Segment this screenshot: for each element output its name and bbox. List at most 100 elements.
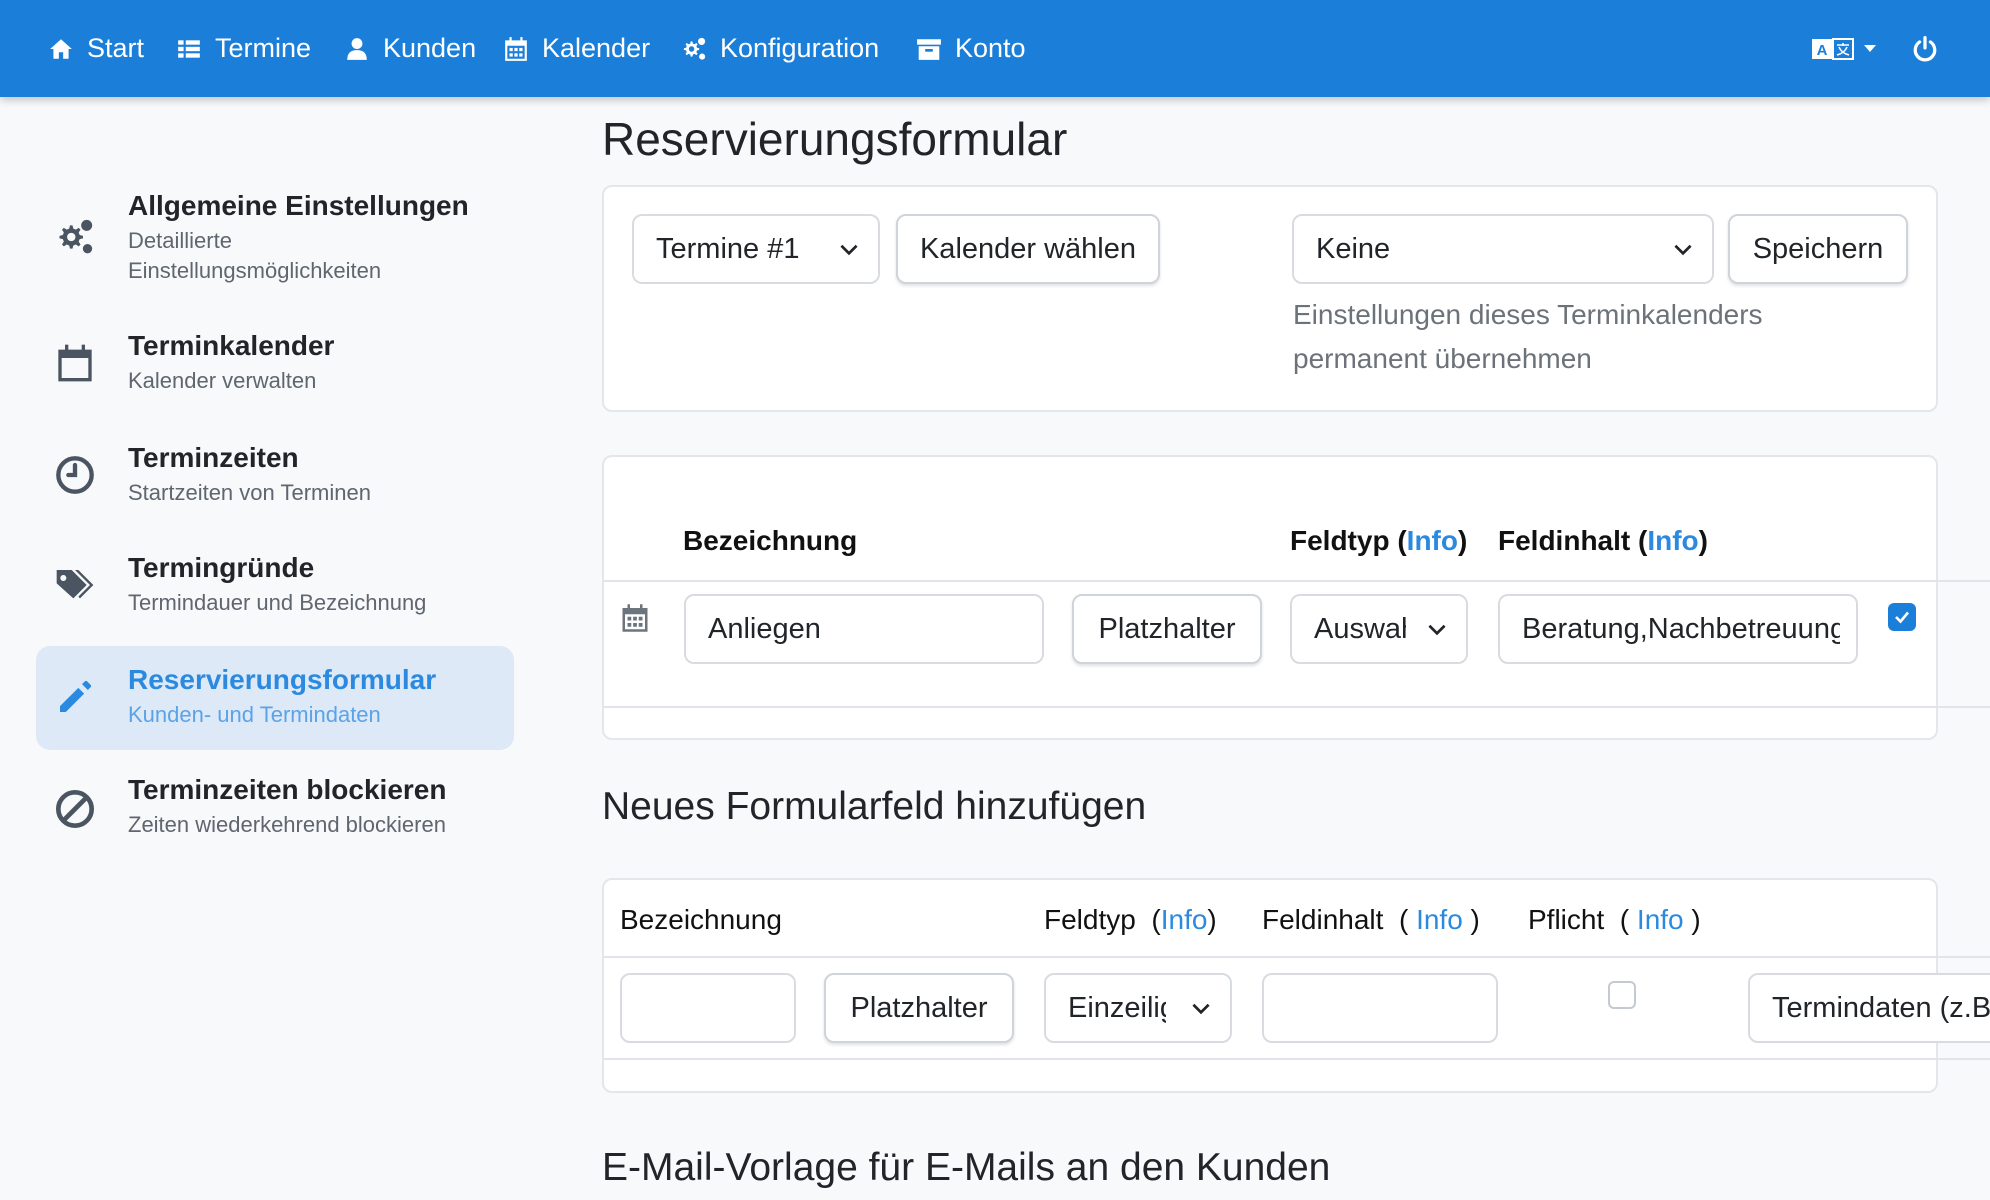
- sidebar-item-allgemeine-einstellungen[interactable]: Allgemeine Einstellungen Detaillierte Ei…: [36, 176, 514, 306]
- power-icon: [1912, 35, 1938, 62]
- table-divider: [604, 956, 1990, 958]
- new-feldinhalt-input[interactable]: [1262, 973, 1498, 1043]
- tags-icon: [54, 564, 96, 606]
- feldinhalt-label: Feldinhalt: [1498, 525, 1631, 556]
- nav-kunden-label: Kunden: [383, 33, 477, 63]
- save-hint-text: Einstellungen dieses Terminkalenders per…: [1293, 299, 1763, 374]
- platzhalter-button[interactable]: Platzhalter: [1072, 594, 1262, 664]
- chevron-down-icon: [836, 236, 862, 262]
- nav-start[interactable]: Start: [46, 0, 144, 97]
- save-button[interactable]: Speichern: [1728, 214, 1908, 284]
- archive-icon: [914, 34, 944, 64]
- column-header-feldinhalt: Feldinhalt (Info): [1498, 525, 1708, 556]
- sidebar-item-terminzeiten[interactable]: Terminzeiten Startzeiten von Terminen: [36, 434, 514, 534]
- feldtyp-info-link[interactable]: Info: [1161, 904, 1208, 935]
- user-icon: [342, 34, 372, 64]
- target-select-value: Termindaten (z.B.: [1772, 991, 1990, 1024]
- feldinhalt-info-link[interactable]: Info: [1647, 525, 1698, 556]
- sidebar-item-subtitle: Kunden- und Termindaten: [128, 702, 381, 727]
- chevron-down-icon: [1670, 236, 1696, 262]
- new-feldtyp-select[interactable]: Einzeilig: [1044, 973, 1232, 1043]
- sidebar-item-title: Allgemeine Einstellungen: [128, 190, 469, 221]
- preset-select[interactable]: Keine: [1292, 214, 1714, 284]
- sidebar-item-reservierungsformular[interactable]: Reservierungsformular Kunden- und Termin…: [36, 646, 514, 750]
- nav-konto[interactable]: Konto: [914, 0, 1026, 97]
- sidebar-item-title: Reservierungsformular: [128, 664, 437, 695]
- pflicht-checkbox[interactable]: [1608, 981, 1636, 1009]
- sidebar-item-subtitle: Startzeiten von Terminen: [128, 480, 371, 505]
- table-divider: [604, 580, 1990, 582]
- caret-down-icon: [1864, 44, 1876, 53]
- nav-start-label: Start: [87, 33, 145, 63]
- feldtyp-label: Feldtyp: [1290, 525, 1390, 556]
- nav-konfiguration[interactable]: Konfiguration: [679, 0, 879, 97]
- pencil-icon: [54, 676, 96, 718]
- column-header-bezeichnung: Bezeichnung: [683, 525, 858, 556]
- sidebar-item-title: Termingründe: [128, 552, 315, 583]
- new-bezeichnung-input[interactable]: [620, 973, 796, 1043]
- nav-termine-label: Termine: [215, 33, 312, 63]
- calendar-icon: [501, 34, 531, 64]
- gears-icon: [54, 216, 96, 258]
- sidebar-item-subtitle: Zeiten wiederkehrend blockieren: [128, 812, 446, 837]
- chevron-down-icon: [1188, 995, 1214, 1021]
- ban-icon: [54, 788, 96, 830]
- gears-icon: [679, 34, 709, 64]
- sidebar-item-title: Terminkalender: [128, 330, 335, 361]
- email-template-heading: E-Mail-Vorlage für E-Mails an den Kunden: [602, 1146, 1331, 1189]
- home-icon: [46, 34, 76, 64]
- sidebar-item-subtitle: Termindauer und Bezeichnung: [128, 590, 427, 615]
- sidebar-item-subtitle: Kalender verwalten: [128, 368, 317, 393]
- new-field-heading: Neues Formularfeld hinzufügen: [602, 785, 1147, 828]
- pflicht-info-link[interactable]: Info: [1637, 904, 1684, 935]
- logout-button[interactable]: [1912, 0, 1938, 97]
- sidebar-item-title: Terminzeiten: [128, 442, 299, 473]
- new-platzhalter-button[interactable]: Platzhalter: [824, 973, 1014, 1043]
- chevron-down-icon: [1424, 616, 1450, 642]
- language-icon: A: [1812, 37, 1854, 61]
- sidebar-item-title: Terminzeiten blockieren: [128, 774, 447, 805]
- top-navbar: Start Termine Kunden Kalender Konfigurat…: [0, 0, 1990, 97]
- target-select[interactable]: Termindaten (z.B.: [1748, 973, 1990, 1043]
- feldinhalt-label: Feldinhalt: [1262, 904, 1384, 935]
- sidebar-item-terminkalender[interactable]: Terminkalender Kalender verwalten: [36, 322, 514, 422]
- kalender-waehlen-button[interactable]: Kalender wählen: [896, 214, 1160, 284]
- column-header-feldtyp: Feldtyp (Info): [1044, 904, 1217, 935]
- field-enabled-checkbox[interactable]: [1888, 603, 1916, 631]
- sidebar-item-terminzeiten-blockieren[interactable]: Terminzeiten blockieren Zeiten wiederkeh…: [36, 766, 514, 866]
- pflicht-label: Pflicht: [1528, 904, 1605, 935]
- preset-select-value: Keine: [1316, 232, 1391, 265]
- clock-icon: [54, 454, 96, 496]
- column-header-feldtyp: Feldtyp (Info): [1290, 525, 1468, 556]
- calendar-icon: [54, 342, 96, 384]
- column-header-feldinhalt: Feldinhalt ( Info ): [1262, 904, 1480, 935]
- svg-text:A: A: [1817, 42, 1828, 59]
- column-header-bezeichnung: Bezeichnung: [620, 904, 782, 935]
- sidebar-item-termingruende[interactable]: Termingründe Termindauer und Bezeichnung: [36, 544, 514, 644]
- nav-konto-label: Konto: [955, 33, 1026, 63]
- check-icon: [1895, 611, 1910, 624]
- feldtyp-select[interactable]: Auswahl: [1290, 594, 1468, 664]
- calendar-icon: [620, 603, 650, 633]
- feldinhalt-info-link[interactable]: Info: [1416, 904, 1463, 935]
- feldtyp-info-link[interactable]: Info: [1407, 525, 1458, 556]
- termine-select-value: Termine #1: [656, 232, 800, 265]
- feldinhalt-value: Beratung,Nachbetreuung: [1522, 612, 1840, 645]
- nav-konfiguration-label: Konfiguration: [720, 33, 880, 63]
- feldtyp-label: Feldtyp: [1044, 904, 1136, 935]
- page-title: Reservierungsformular: [602, 113, 1068, 165]
- column-header-pflicht: Pflicht ( Info ): [1528, 904, 1701, 935]
- termine-select[interactable]: Termine #1: [632, 214, 880, 284]
- feldtyp-select-value: Auswahl: [1314, 612, 1406, 645]
- nav-kunden[interactable]: Kunden: [342, 0, 476, 97]
- nav-kalender[interactable]: Kalender: [501, 0, 650, 97]
- list-icon: [174, 34, 204, 64]
- table-divider: [604, 706, 1990, 708]
- nav-termine[interactable]: Termine: [174, 0, 311, 97]
- language-menu[interactable]: A: [1812, 0, 1876, 97]
- sidebar-item-subtitle: Detaillierte Einstellungsmöglichkeiten: [128, 228, 382, 283]
- feldinhalt-input[interactable]: Beratung,Nachbetreuung: [1498, 594, 1858, 664]
- bezeichnung-input[interactable]: Anliegen: [684, 594, 1044, 664]
- nav-kalender-label: Kalender: [542, 33, 651, 63]
- new-feldtyp-value: Einzeilig: [1068, 991, 1166, 1024]
